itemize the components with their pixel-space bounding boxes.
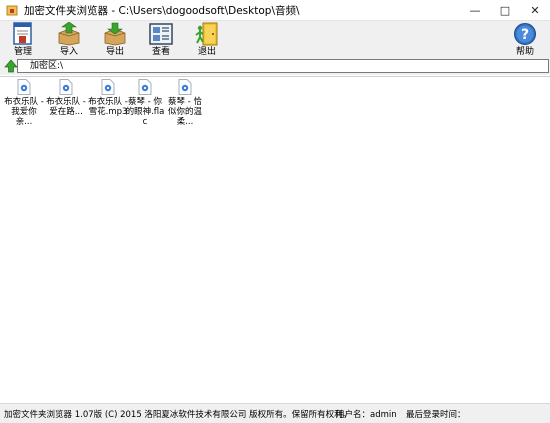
file-name: 布衣乐队 - 雪花.mp3 xyxy=(88,97,128,117)
file-item[interactable]: 布衣乐队 - 爱在路... xyxy=(45,79,87,117)
title-bar: 加密文件夹浏览器 - C:\Users\dogoodsoft\Desktop\音… xyxy=(0,0,550,20)
manage-button[interactable]: 管理 xyxy=(3,22,43,58)
file-name: 布衣乐队 - 我爱你亲... xyxy=(4,97,44,127)
file-item[interactable]: 布衣乐队 - 雪花.mp3 xyxy=(87,79,129,117)
audio-file-icon xyxy=(17,79,31,95)
import-button[interactable]: 导入 xyxy=(49,22,89,58)
manage-label: 管理 xyxy=(13,47,32,57)
audio-file-icon xyxy=(59,79,73,95)
file-name: 蔡琴 - 恰似你的温柔... xyxy=(167,97,202,127)
close-button[interactable]: ✕ xyxy=(520,0,550,20)
export-button[interactable]: 导出 xyxy=(95,22,135,58)
window-title: 加密文件夹浏览器 - C:\Users\dogoodsoft\Desktop\音… xyxy=(24,4,300,17)
help-label: 帮助 xyxy=(515,47,534,57)
app-lock-icon xyxy=(6,5,18,16)
last-login-status: 最后登录时间： xyxy=(406,410,466,420)
window-controls: — □ ✕ xyxy=(460,0,550,20)
exit-label: 退出 xyxy=(197,47,216,57)
file-name: 布衣乐队 - 爱在路... xyxy=(46,97,86,117)
user-status: 用户名：admin xyxy=(336,410,397,420)
file-name: 蔡琴 - 你的眼神.flac xyxy=(125,97,165,127)
svg-text:?: ? xyxy=(521,27,529,43)
import-box-icon xyxy=(58,22,80,46)
audio-file-icon xyxy=(101,79,115,95)
status-bar: 加密文件夹浏览器 1.07版 (C) 2015 洛阳夏冰软件技术有限公司 版权所… xyxy=(0,403,550,423)
file-item[interactable]: 蔡琴 - 你的眼神.flac xyxy=(124,79,166,127)
minimize-button[interactable]: — xyxy=(460,0,490,20)
view-label: 查看 xyxy=(151,47,170,57)
file-list-area[interactable]: 布衣乐队 - 我爱你亲... 布衣乐队 - 爱在路... 布衣乐队 - 雪花.m… xyxy=(0,76,550,403)
help-button[interactable]: ? 帮助 xyxy=(505,22,545,58)
file-item[interactable]: 布衣乐队 - 我爱你亲... xyxy=(3,79,45,127)
up-arrow-icon[interactable] xyxy=(4,59,18,73)
toolbar: 管理 导入 导出 查看 退出 ? 帮助 xyxy=(0,20,550,58)
maximize-button[interactable]: □ xyxy=(490,0,520,20)
export-box-icon xyxy=(104,22,126,46)
view-button[interactable]: 查看 xyxy=(141,22,181,58)
copyright-text: 加密文件夹浏览器 1.07版 (C) 2015 洛阳夏冰软件技术有限公司 版权所… xyxy=(4,410,352,420)
address-bar: 加密区:\ xyxy=(0,58,550,75)
exit-door-icon xyxy=(195,22,218,46)
export-label: 导出 xyxy=(105,47,124,57)
help-icon: ? xyxy=(514,23,536,45)
exit-button[interactable]: 退出 xyxy=(187,22,227,58)
manage-icon xyxy=(13,22,32,45)
audio-file-icon xyxy=(138,79,152,95)
path-field[interactable]: 加密区:\ xyxy=(17,59,549,73)
import-label: 导入 xyxy=(59,47,78,57)
file-item[interactable]: 蔡琴 - 恰似你的温柔... xyxy=(164,79,206,127)
audio-file-icon xyxy=(178,79,192,95)
view-icon xyxy=(149,23,173,45)
